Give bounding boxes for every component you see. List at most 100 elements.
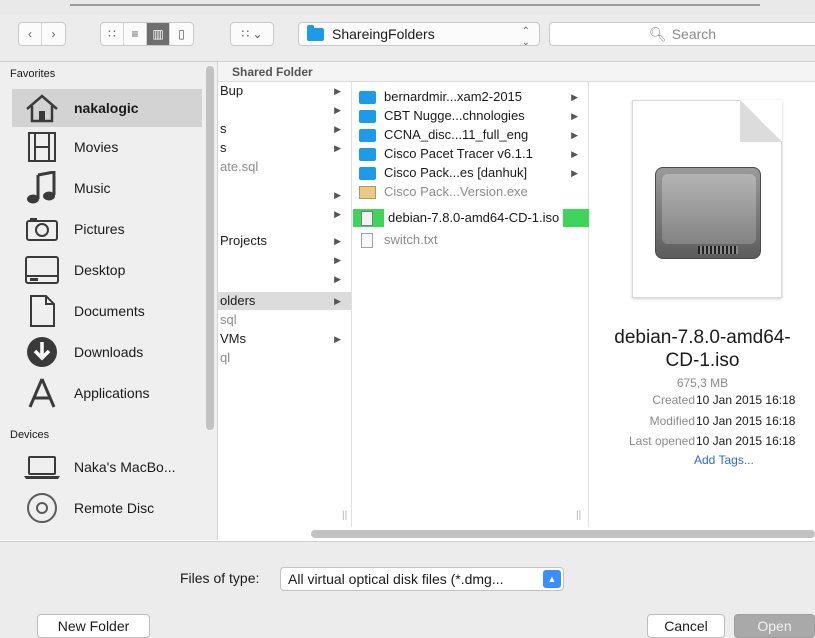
sidebar-item-music[interactable]: Music [22,169,202,207]
meta-value: 10 Jan 2015 16:18 [696,414,796,428]
sidebar: Favorites nakalogic Movies Music Picture… [0,62,218,540]
preview-filename-line1: debian-7.8.0-amd64- [614,327,791,348]
list-item-label: ate.sql [220,159,259,174]
disclosure-arrow-icon: ▶ [334,143,341,153]
sidebar-item-label: Applications [74,385,150,401]
list-item-selected-iso[interactable]: debian-7.8.0-amd64-CD-1.iso [353,209,589,227]
path-popup[interactable]: ShareingFolders ⌃ ⌄ [298,22,540,48]
up-down-arrows-icon: ▲ [543,570,561,588]
column-resize-handle[interactable]: || [342,510,347,521]
disclosure-arrow-icon: ▶ [334,255,341,265]
sidebar-item-remote-disc[interactable]: Remote Disc [22,489,202,527]
list-item[interactable]: Cisco Pack...Version.exe [353,183,588,201]
drive-face [662,174,756,244]
list-item[interactable]: CBT Nugge...chnologies ▶ [353,107,588,125]
list-item[interactable]: ▶ [218,270,351,288]
list-item[interactable]: sql [218,311,351,329]
disclosure-arrow-icon: ▶ [571,168,578,178]
sidebar-item-macbook[interactable]: Naka's MacBo... [22,448,202,486]
file-preview-thumbnail [632,100,782,298]
sidebar-scrollbar[interactable] [206,66,214,430]
list-item[interactable]: ▶ [218,101,351,119]
sidebar-item-documents[interactable]: Documents [22,292,202,330]
list-item[interactable]: switch.txt [353,231,588,249]
add-tags-link[interactable]: Add Tags... [694,453,754,467]
column-view-button[interactable]: ▥ [147,23,170,45]
sidebar-item-pictures[interactable]: Pictures [22,210,202,248]
column-resize-handle[interactable]: || [576,510,581,521]
section-heading: Shared Folder [232,65,313,79]
list-item[interactable]: Cisco Pacet Tracer v6.1.1 ▶ [353,145,588,163]
sidebar-item-movies[interactable]: Movies [22,128,202,166]
list-item[interactable]: Projects ▶ [218,232,351,250]
meta-label: Last opened [628,434,695,448]
preview-modified: Modified 10 Jan 2015 16:18 [590,414,815,430]
download-icon [22,335,62,369]
back-button[interactable]: ‹ [19,23,42,45]
list-item[interactable]: ▶ [218,251,351,269]
grid-icon: ∷ [108,27,116,41]
dialog-footer: Files of type: All virtual optical disk … [0,541,815,638]
list-item-selected[interactable]: olders ▶ [218,292,351,310]
sidebar-item-applications[interactable]: Applications [22,374,202,412]
search-field[interactable]: 🔍︎ Search [549,22,815,46]
sidebar-item-desktop[interactable]: Desktop [22,251,202,289]
list-item[interactable]: Bup ▶ [218,82,351,100]
window-top-edge [0,0,815,14]
list-item[interactable]: ate.sql [218,158,351,176]
disc-icon [22,491,62,525]
sidebar-item-label: Naka's MacBo... [74,459,176,475]
arrange-button[interactable]: ∷ ⌄ [230,22,274,46]
disclosure-arrow-icon: ▶ [334,86,341,96]
horizontal-scrollbar[interactable] [311,530,815,538]
list-item[interactable]: s ▶ [218,120,351,138]
list-item[interactable]: VMs ▶ [218,330,351,348]
preview-created: Created 10 Jan 2015 16:18 [590,393,815,409]
disclosure-arrow-icon: ▶ [571,149,578,159]
new-folder-button[interactable]: New Folder [37,614,150,638]
disclosure-arrow-icon: ▶ [334,124,341,134]
meta-label: Created [652,393,695,407]
list-item[interactable]: ql [218,349,351,367]
list-item[interactable]: Cisco Pack...es [danhuk] ▶ [353,164,588,182]
forward-button[interactable]: › [42,23,65,45]
list-item-label: olders [220,293,256,308]
search-placeholder: Search [671,26,717,42]
sidebar-item-downloads[interactable]: Downloads [22,333,202,371]
disclosure-arrow-icon: ▶ [571,92,578,102]
page-fold [740,100,782,142]
cover-flow-button[interactable]: ▯ [170,23,193,45]
disclosure-arrow-icon: ▶ [334,334,341,344]
list-item[interactable]: ▶ [218,186,351,204]
sidebar-item-label: Remote Disc [74,500,155,516]
installer-icon [359,185,376,199]
list-item-label: s [220,140,227,155]
folder-icon [359,166,376,180]
list-item-label: Bup [220,83,244,98]
list-item[interactable]: CCNA_disc...11_full_eng ▶ [353,126,588,144]
up-down-arrows-icon: ⌃ ⌄ [521,26,530,48]
folder-icon [359,90,376,104]
sidebar-item-label: Movies [74,139,119,155]
list-view-button[interactable]: ≡ [124,23,147,45]
preview-pane: debian-7.8.0-amd64- CD-1.iso 675,3 MB Cr… [590,82,815,527]
chevron-right-icon: › [51,27,56,41]
music-note-icon [22,171,62,205]
disclosure-arrow-icon: ▶ [334,274,341,284]
document-icon [22,294,62,328]
arrange-menu[interactable]: ∷ ⌄ [231,23,273,45]
list-item[interactable]: bernardmir...xam2-2015 ▶ [353,88,588,106]
applications-icon [22,376,62,410]
list-item-label: debian-7.8.0-amd64-CD-1.iso [384,209,564,227]
files-of-type-select[interactable]: All virtual optical disk files (*.dmg...… [280,567,564,591]
icon-view-button[interactable]: ∷ [101,23,124,45]
open-button[interactable]: Open [734,614,815,638]
list-item[interactable]: ▶ [218,205,351,223]
cancel-button[interactable]: Cancel [647,614,725,638]
list-item[interactable]: s ▶ [218,139,351,157]
browser-column-1: Bup ▶ ▶ s ▶ s ▶ ate.sql ▶ ▶ Projects ▶ ▶ ▶ o… [218,82,352,527]
preview-filename: debian-7.8.0-amd64- CD-1.iso [590,326,815,372]
sidebar-item-nakalogic[interactable]: nakalogic [12,89,202,127]
files-of-type-value: All virtual optical disk files (*.dmg... [288,571,504,587]
list-item-label: Cisco Pacet Tracer v6.1.1 [384,146,533,161]
